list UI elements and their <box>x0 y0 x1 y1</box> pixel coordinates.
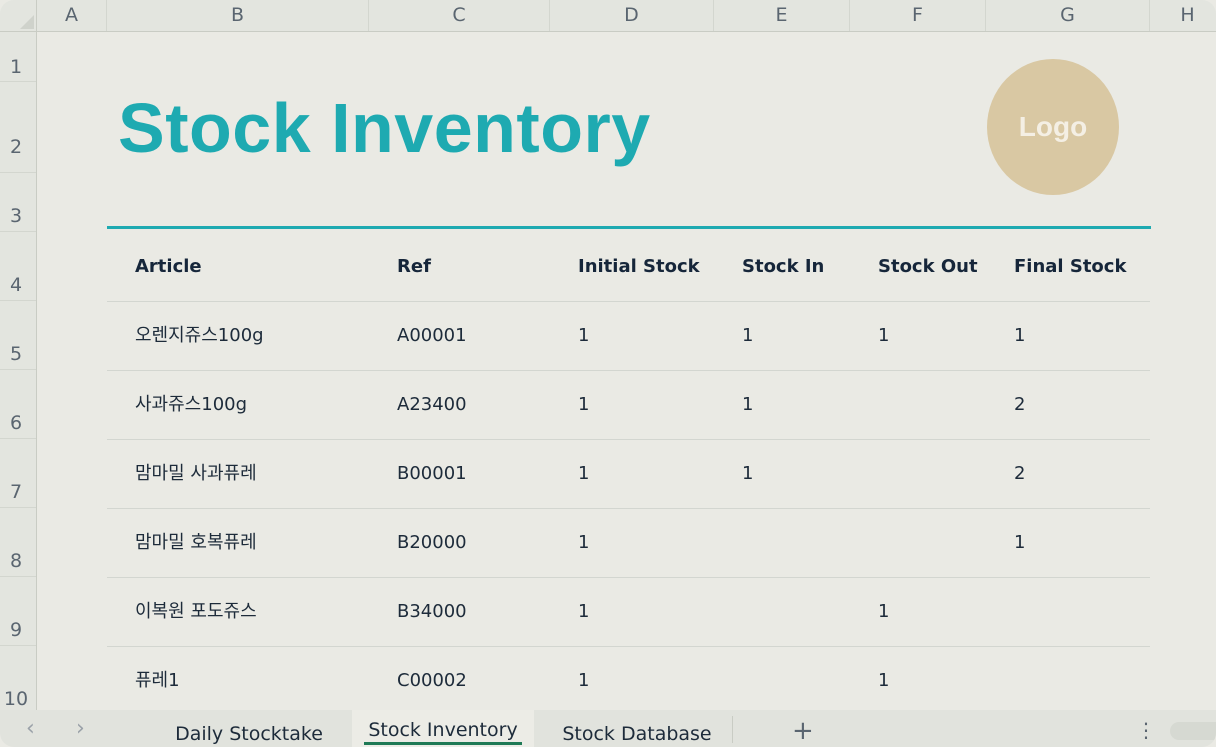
column-header-bar: A B C D E F G H <box>0 0 1216 32</box>
cell-final-stock[interactable]: 1 <box>1014 301 1025 370</box>
table-row: 이복원 포도쥬스 B34000 1 1 <box>107 577 1150 647</box>
row-header-6[interactable]: 6 <box>0 412 32 434</box>
logo-placeholder[interactable]: Logo <box>987 59 1119 195</box>
header-final-stock[interactable]: Final Stock <box>1014 232 1126 301</box>
cell-final-stock[interactable]: 1 <box>1014 508 1025 577</box>
cell-article[interactable]: 맘마밀 호복퓨레 <box>135 508 257 577</box>
cell-stock-out[interactable]: 1 <box>878 646 889 715</box>
row-header-2[interactable]: 2 <box>0 136 32 158</box>
column-header-h[interactable]: H <box>1150 0 1216 31</box>
logo-text: Logo <box>1018 111 1088 142</box>
row-header-1[interactable]: 1 <box>0 56 32 78</box>
cell-initial-stock[interactable]: 1 <box>578 439 589 508</box>
cell-ref[interactable]: C00002 <box>397 646 467 715</box>
cell-stock-in[interactable]: 1 <box>742 301 753 370</box>
chevron-right-icon[interactable]: › <box>76 716 85 741</box>
column-header-g[interactable]: G <box>986 0 1150 31</box>
title-divider <box>107 226 1151 229</box>
chevron-left-icon[interactable]: ‹ <box>26 716 35 741</box>
header-initial-stock[interactable]: Initial Stock <box>578 232 700 301</box>
table-row: 퓨레1 C00002 1 1 <box>107 646 1150 715</box>
cell-stock-out[interactable]: 1 <box>878 577 889 646</box>
row-header-4[interactable]: 4 <box>0 274 32 296</box>
cell-final-stock[interactable]: 2 <box>1014 370 1025 439</box>
header-stock-in[interactable]: Stock In <box>742 232 824 301</box>
header-stock-out[interactable]: Stock Out <box>878 232 978 301</box>
header-article[interactable]: Article <box>135 232 202 301</box>
table-row: 맘마밀 사과퓨레 B00001 1 1 2 <box>107 439 1150 509</box>
cell-ref[interactable]: A00001 <box>397 301 467 370</box>
cell-ref[interactable]: B20000 <box>397 508 467 577</box>
table-row: 사과쥬스100g A23400 1 1 2 <box>107 370 1150 440</box>
cell-initial-stock[interactable]: 1 <box>578 301 589 370</box>
column-header-d[interactable]: D <box>550 0 714 31</box>
cell-article[interactable]: 사과쥬스100g <box>135 370 247 439</box>
horizontal-scroll-handle[interactable] <box>1170 722 1216 740</box>
cell-stock-in[interactable]: 1 <box>742 370 753 439</box>
add-sheet-icon[interactable]: + <box>792 716 814 746</box>
table-header-row: Article Ref Initial Stock Stock In Stock… <box>107 232 1150 302</box>
cell-ref[interactable]: A23400 <box>397 370 467 439</box>
header-ref[interactable]: Ref <box>397 232 431 301</box>
cell-initial-stock[interactable]: 1 <box>578 646 589 715</box>
select-all-corner[interactable] <box>0 0 37 31</box>
spreadsheet-window: A B C D E F G H 1 2 3 4 5 6 7 8 9 10 Sto… <box>0 0 1216 747</box>
cell-stock-in[interactable]: 1 <box>742 439 753 508</box>
more-options-icon[interactable]: ⋮ <box>1136 718 1156 742</box>
cell-article[interactable]: 이복원 포도쥬스 <box>135 577 257 646</box>
cell-article[interactable]: 맘마밀 사과퓨레 <box>135 439 257 508</box>
row-header-9[interactable]: 9 <box>0 619 32 641</box>
sheet-title[interactable]: Stock Inventory <box>118 88 651 168</box>
column-header-a[interactable]: A <box>37 0 107 31</box>
cell-article[interactable]: 퓨레1 <box>135 646 180 715</box>
sheet-tab-bar: ‹ › Daily Stocktake Stock Inventory Stoc… <box>0 710 1216 747</box>
row-header-3[interactable]: 3 <box>0 205 32 227</box>
active-tab-indicator <box>364 742 522 745</box>
row-header-10[interactable]: 10 <box>0 688 32 710</box>
column-header-b[interactable]: B <box>107 0 369 31</box>
cell-initial-stock[interactable]: 1 <box>578 577 589 646</box>
tab-stock-database[interactable]: Stock Database <box>546 710 728 747</box>
cell-ref[interactable]: B34000 <box>397 577 467 646</box>
cell-article[interactable]: 오렌지쥬스100g <box>135 301 264 370</box>
cell-stock-out[interactable]: 1 <box>878 301 889 370</box>
column-header-e[interactable]: E <box>714 0 850 31</box>
column-header-c[interactable]: C <box>369 0 550 31</box>
row-header-bar: 1 2 3 4 5 6 7 8 9 10 <box>0 32 37 710</box>
tab-daily-stocktake[interactable]: Daily Stocktake <box>160 710 338 747</box>
column-header-f[interactable]: F <box>850 0 986 31</box>
cell-initial-stock[interactable]: 1 <box>578 370 589 439</box>
cell-final-stock[interactable]: 2 <box>1014 439 1025 508</box>
row-header-7[interactable]: 7 <box>0 481 32 503</box>
row-header-8[interactable]: 8 <box>0 550 32 572</box>
table-row: 오렌지쥬스100g A00001 1 1 1 1 <box>107 301 1150 371</box>
table-row: 맘마밀 호복퓨레 B20000 1 1 <box>107 508 1150 578</box>
cell-initial-stock[interactable]: 1 <box>578 508 589 577</box>
row-header-5[interactable]: 5 <box>0 343 32 365</box>
cell-ref[interactable]: B00001 <box>397 439 467 508</box>
